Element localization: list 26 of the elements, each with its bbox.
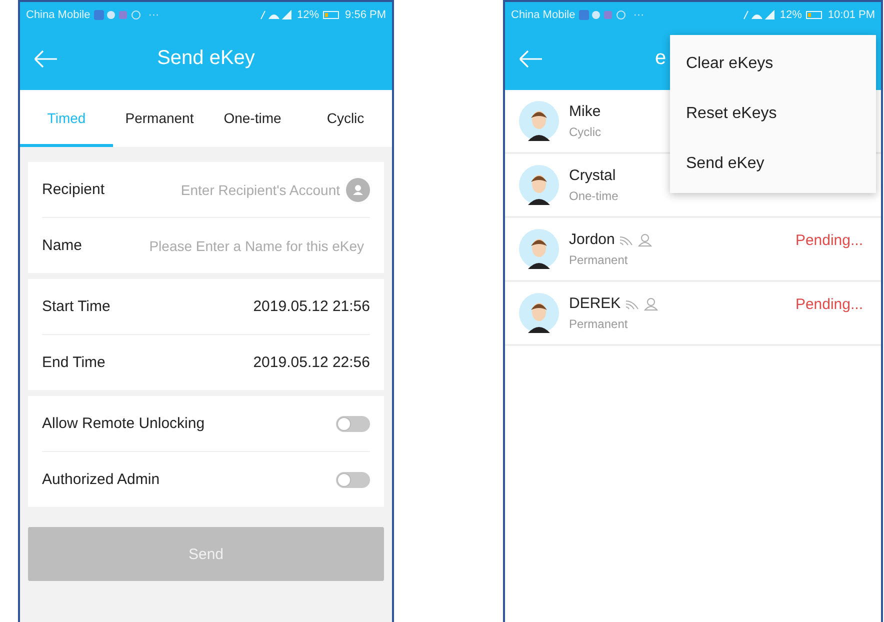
ekey-name: Crystal — [569, 167, 616, 184]
status-text: Pending... — [795, 232, 863, 249]
screen-title: e — [655, 47, 666, 70]
time-text: 10:01 PM — [828, 8, 875, 20]
ekey-name: Jordon — [569, 231, 615, 248]
time-text: 9:56 PM — [345, 8, 386, 20]
more-text: ··· — [148, 8, 160, 20]
battery-text: 12% — [780, 8, 802, 20]
field-label: Name — [42, 237, 82, 254]
ekey-type: Permanent — [569, 317, 629, 331]
carrier-text: China Mobile — [26, 8, 90, 20]
status-text: Pending... — [795, 296, 863, 313]
switch-label: Allow Remote Unlocking — [42, 415, 205, 432]
field-label: Recipient — [42, 181, 105, 198]
ekey-type: Permanent — [569, 253, 629, 267]
ekey-name: DEREK — [569, 295, 621, 312]
switch-label: Authorized Admin — [42, 471, 160, 488]
ekey-type: Cyclic — [569, 125, 601, 139]
time-label: Start Time — [42, 298, 110, 315]
ekey-type: One-time — [569, 189, 618, 203]
time-label: End Time — [42, 354, 106, 371]
ekey-name: Mike — [569, 103, 601, 120]
more-text: ··· — [633, 8, 644, 20]
screen-title: Send eKey — [157, 47, 255, 70]
battery-text: 12% — [297, 8, 320, 20]
carrier-text: China Mobile — [511, 8, 576, 20]
